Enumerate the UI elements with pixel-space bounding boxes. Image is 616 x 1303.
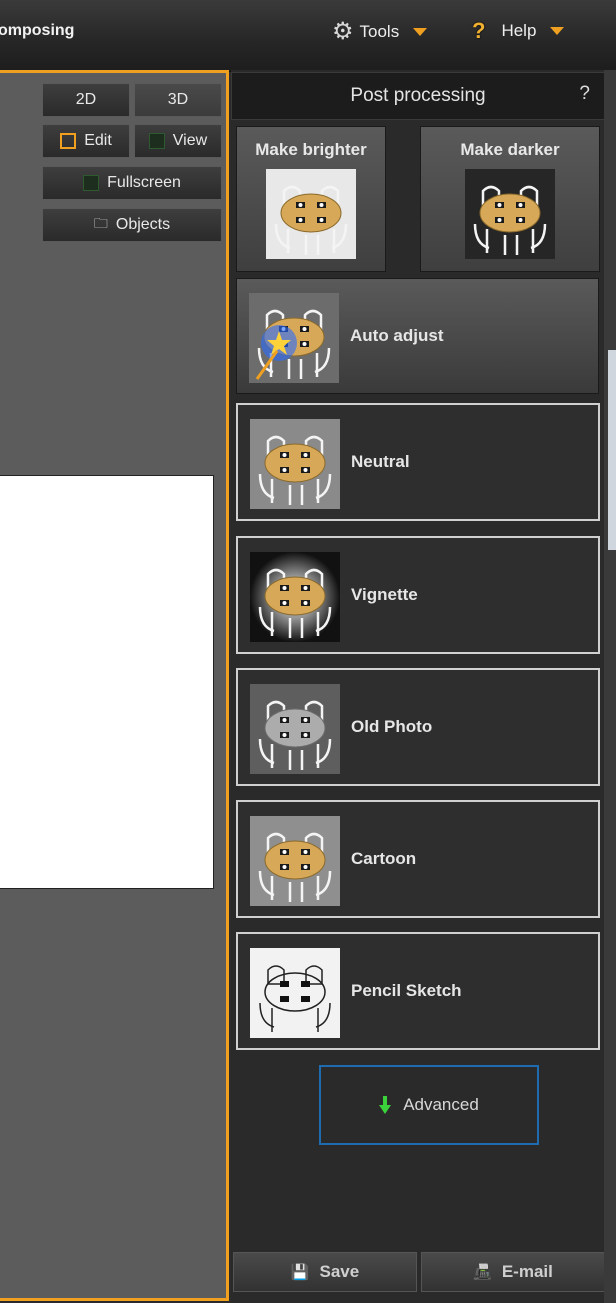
top-menubar: omposing ⚙ Tools ? Help [0,0,616,72]
view-toggle[interactable]: View [134,124,222,158]
checkbox-icon [60,133,77,149]
vignette-thumbnail-icon [250,552,340,642]
arrow-down-icon [379,1096,392,1114]
filter-vignette-label: Vignette [351,585,418,604]
checkbox-icon [83,175,100,191]
gear-icon: ⚙ [332,18,354,45]
bright-thumbnail-icon [266,169,356,259]
edit-label: Edit [84,132,112,149]
save-button[interactable]: 💾 Save [233,1252,417,1292]
magic-wand-icon [249,293,339,383]
folder-icon: 🗀 [93,215,108,231]
auto-adjust-label: Auto adjust [350,326,444,345]
email-label: E-mail [501,1262,553,1281]
fullscreen-label: Fullscreen [107,174,181,191]
view-3d-button[interactable]: 3D [134,83,222,117]
view-label: View [172,132,208,149]
view-3d-label: 3D [167,91,189,108]
save-label: Save [319,1262,360,1281]
viewport-3d[interactable]: 2D 3D Edit View Fullscreen 🗀 Objects [0,70,229,1301]
old-photo-thumbnail-icon [250,684,340,774]
make-darker-label: Make darker [460,140,560,159]
background-window-strip [608,350,616,550]
neutral-thumbnail-icon [250,419,340,509]
email-icon: 📠 [473,1264,492,1281]
chevron-down-icon [550,27,565,35]
dark-thumbnail-icon [465,169,555,259]
help-menu-label: Help [501,21,537,40]
objects-label: Objects [115,216,171,233]
advanced-label: Advanced [403,1095,479,1114]
help-icon: ? [472,18,486,43]
view-2d-label: 2D [75,91,97,108]
filter-old-photo-label: Old Photo [351,717,433,736]
view-2d-button[interactable]: 2D [42,83,130,117]
make-brighter-label: Make brighter [255,140,367,159]
panel-header: Post processing ? [231,72,605,120]
filter-pencil-sketch-button[interactable]: Pencil Sketch [236,932,600,1050]
cartoon-thumbnail-icon [250,816,340,906]
filter-vignette-button[interactable]: Vignette [236,536,600,654]
panel-help-button[interactable]: ? [579,83,590,105]
help-menu[interactable]: ? Help [472,18,565,43]
advanced-button[interactable]: Advanced [319,1065,539,1145]
chevron-down-icon [413,28,428,36]
edit-toggle[interactable]: Edit [42,124,130,158]
tools-menu-label: Tools [359,22,400,41]
render-canvas[interactable] [0,475,214,889]
make-darker-button[interactable]: Make darker [420,126,600,272]
pencil-sketch-thumbnail-icon [250,948,340,1038]
filter-pencil-sketch-label: Pencil Sketch [351,981,462,1000]
filter-neutral-label: Neutral [351,452,410,471]
checkbox-icon [148,133,165,149]
filter-cartoon-button[interactable]: Cartoon [236,800,600,918]
fullscreen-button[interactable]: Fullscreen [42,166,222,200]
objects-button[interactable]: 🗀 Objects [42,208,222,242]
tools-menu[interactable]: ⚙ Tools [332,18,428,45]
filter-cartoon-label: Cartoon [351,849,417,868]
filter-old-photo-button[interactable]: Old Photo [236,668,600,786]
save-icon: 💾 [290,1264,310,1281]
window-edge [604,70,616,1303]
filter-neutral-button[interactable]: Neutral [236,403,600,521]
make-brighter-button[interactable]: Make brighter [236,126,386,272]
panel-title: Post processing [350,85,486,106]
email-button[interactable]: 📠 E-mail [421,1252,605,1292]
auto-adjust-button[interactable]: Auto adjust [236,278,599,394]
post-processing-panel: Post processing ? Make brighter Make dar… [231,70,616,1303]
app-title: omposing [0,22,75,39]
